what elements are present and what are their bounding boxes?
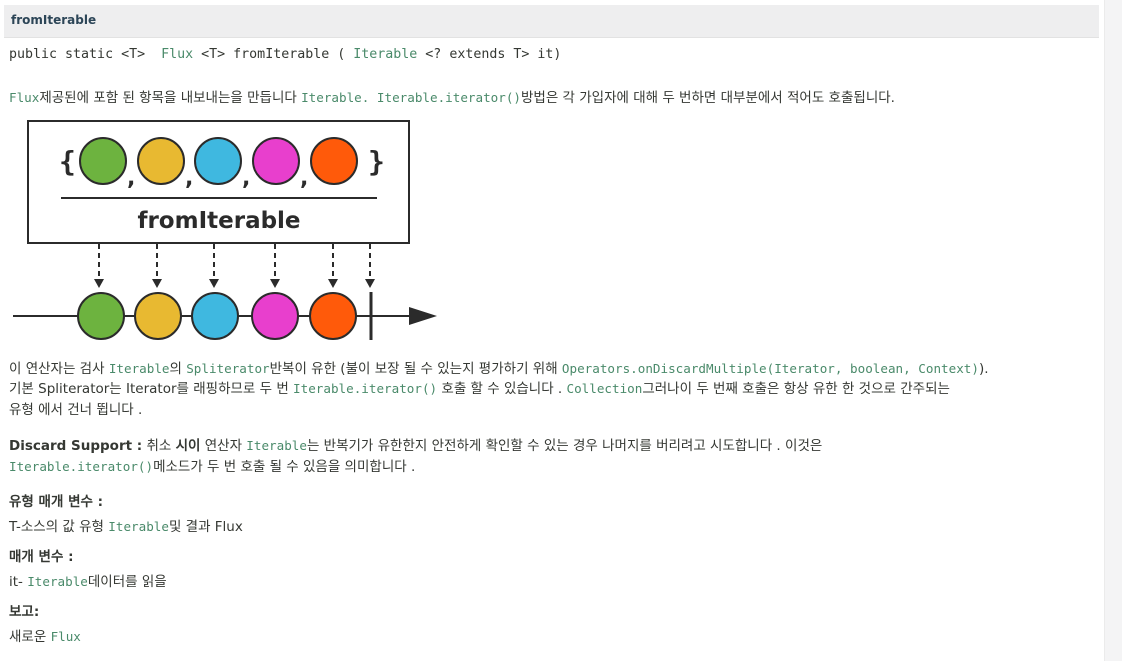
params-heading: 매개 변수 : — [9, 549, 74, 565]
iterable-link[interactable]: Iterable — [27, 574, 88, 589]
text: 호출 할 수 있습니다 . — [437, 381, 567, 397]
input-marble-1 — [79, 137, 127, 185]
input-marble-3 — [194, 137, 242, 185]
comma-3: , — [242, 166, 250, 191]
output-marble-2 — [134, 292, 182, 340]
comma-1: , — [127, 166, 135, 191]
spliterator-link[interactable]: Spliterator — [186, 361, 269, 376]
text: 메소드가 두 번 호출 될 수 있음을 의미합니다 . — [153, 459, 416, 475]
comma-2: , — [185, 166, 193, 191]
type-params-heading: 유형 매개 변수 : — [9, 494, 104, 510]
flux-link[interactable]: Flux — [161, 47, 193, 62]
input-marble-5 — [310, 137, 358, 185]
para1-line2: 기본 Spliterator는 Iterator를 래핑하므로 두 번 Iter… — [9, 377, 950, 397]
method-header: fromIterable — [4, 5, 1099, 38]
text: 반복이 유한 (불이 보장 될 수 있는지 평가하기 위해 — [269, 361, 562, 377]
comma-4: , — [300, 166, 308, 191]
collection-link[interactable]: Collection — [567, 381, 643, 396]
text: 및 결과 Flux — [168, 519, 243, 535]
text: 의 — [169, 361, 187, 377]
output-marble-1 — [77, 292, 125, 340]
type-param-t: T-소스의 값 유형 Iterable및 결과 Flux — [9, 515, 243, 535]
on-discard-multiple-link[interactable]: Operators.onDiscardMultiple(Iterator, bo… — [562, 361, 979, 376]
iterator-link[interactable]: Iterable.iterator() — [377, 90, 521, 105]
emission-arrows — [98, 244, 371, 280]
signature-suffix: <? extends T> it) — [417, 47, 562, 62]
text: ). — [978, 361, 989, 377]
input-marble-2 — [137, 137, 185, 185]
output-marble-4 — [251, 292, 299, 340]
description-text-2: 방법은 각 가입자에 대해 두 번하면 대부분에서 적어도 호출됩니다. — [520, 90, 895, 106]
discard-support-line1: Discard Support : 취소 시이 연산자 Iterable는 반복… — [9, 434, 822, 454]
returns-value: 새로운 Flux — [9, 625, 81, 645]
description-dot: . — [361, 90, 377, 105]
operator-label: fromIterable — [137, 208, 300, 234]
iterable-link[interactable]: Iterable — [301, 90, 362, 105]
output-marble-3 — [191, 292, 239, 340]
iterable-link[interactable]: Iterable — [246, 438, 307, 453]
marble-diagram: { , , , , } fromIterable — [9, 114, 439, 350]
param-it: it- Iterable데이터를 읽을 — [9, 570, 167, 590]
discard-support-line2: Iterable.iterator()메소드가 두 번 호출 될 수 있음을 의… — [9, 455, 415, 475]
iterable-link[interactable]: Iterable — [108, 519, 169, 534]
returns-label: 보고: — [9, 600, 39, 620]
text: it- — [9, 574, 28, 590]
output-marble-5 — [309, 292, 357, 340]
iterator-link[interactable]: Iterable.iterator() — [293, 381, 437, 396]
signature-prefix: public static <T> — [9, 47, 162, 62]
text: 연산자 — [200, 438, 247, 454]
params-label: 매개 변수 : — [9, 545, 73, 565]
method-description: Flux제공된에 포함 된 항목을 내보내는을 만듭니다 Iterable. I… — [9, 86, 895, 106]
text: 새로운 — [9, 629, 51, 645]
iterable-link[interactable]: Iterable — [109, 361, 170, 376]
description-text: 제공된에 포함 된 항목을 내보내는을 만듭니다 — [39, 90, 302, 106]
discard-support-label: Discard Support : — [9, 438, 143, 454]
iterable-link[interactable]: Iterable — [353, 47, 417, 62]
type-params-label: 유형 매개 변수 : — [9, 490, 103, 510]
signature-middle: <T> fromIterable ( — [193, 47, 354, 62]
text-bold: 시이 — [175, 438, 201, 454]
para1-line1: 이 연산자는 검사 Iterable의 Spliterator반복이 유한 (불… — [9, 357, 989, 377]
method-signature: public static <T> Flux <T> fromIterable … — [9, 47, 561, 62]
arrow-heads — [94, 279, 375, 288]
text: 그러나이 두 번째 호출은 항상 유한 한 것으로 간주되는 — [642, 381, 950, 397]
iterator-link[interactable]: Iterable.iterator() — [9, 459, 153, 474]
input-marble-4 — [252, 137, 300, 185]
flux-link[interactable]: Flux — [9, 90, 39, 105]
method-title: fromIterable — [11, 13, 97, 27]
text: 데이터를 읽을 — [87, 574, 167, 590]
para1-line3: 유형 에서 건너 뜁니다 . — [9, 402, 143, 418]
text: 이 연산자는 검사 — [9, 361, 109, 377]
brace-open: { — [59, 145, 76, 178]
flux-link[interactable]: Flux — [51, 629, 81, 644]
vertical-scrollbar[interactable] — [1104, 0, 1122, 661]
text: 기본 Spliterator는 Iterator를 래핑하므로 두 번 — [9, 381, 294, 397]
text: 는 반복기가 유한한지 안전하게 확인할 수 있는 경우 나머지를 버리려고 시… — [306, 438, 823, 454]
output-marbles — [77, 292, 357, 340]
brace-close: } — [368, 145, 385, 178]
returns-heading: 보고: — [9, 604, 40, 620]
timeline-arrow — [409, 307, 437, 325]
text: T-소스의 값 유형 — [9, 519, 109, 535]
text: 취소 — [142, 438, 176, 454]
